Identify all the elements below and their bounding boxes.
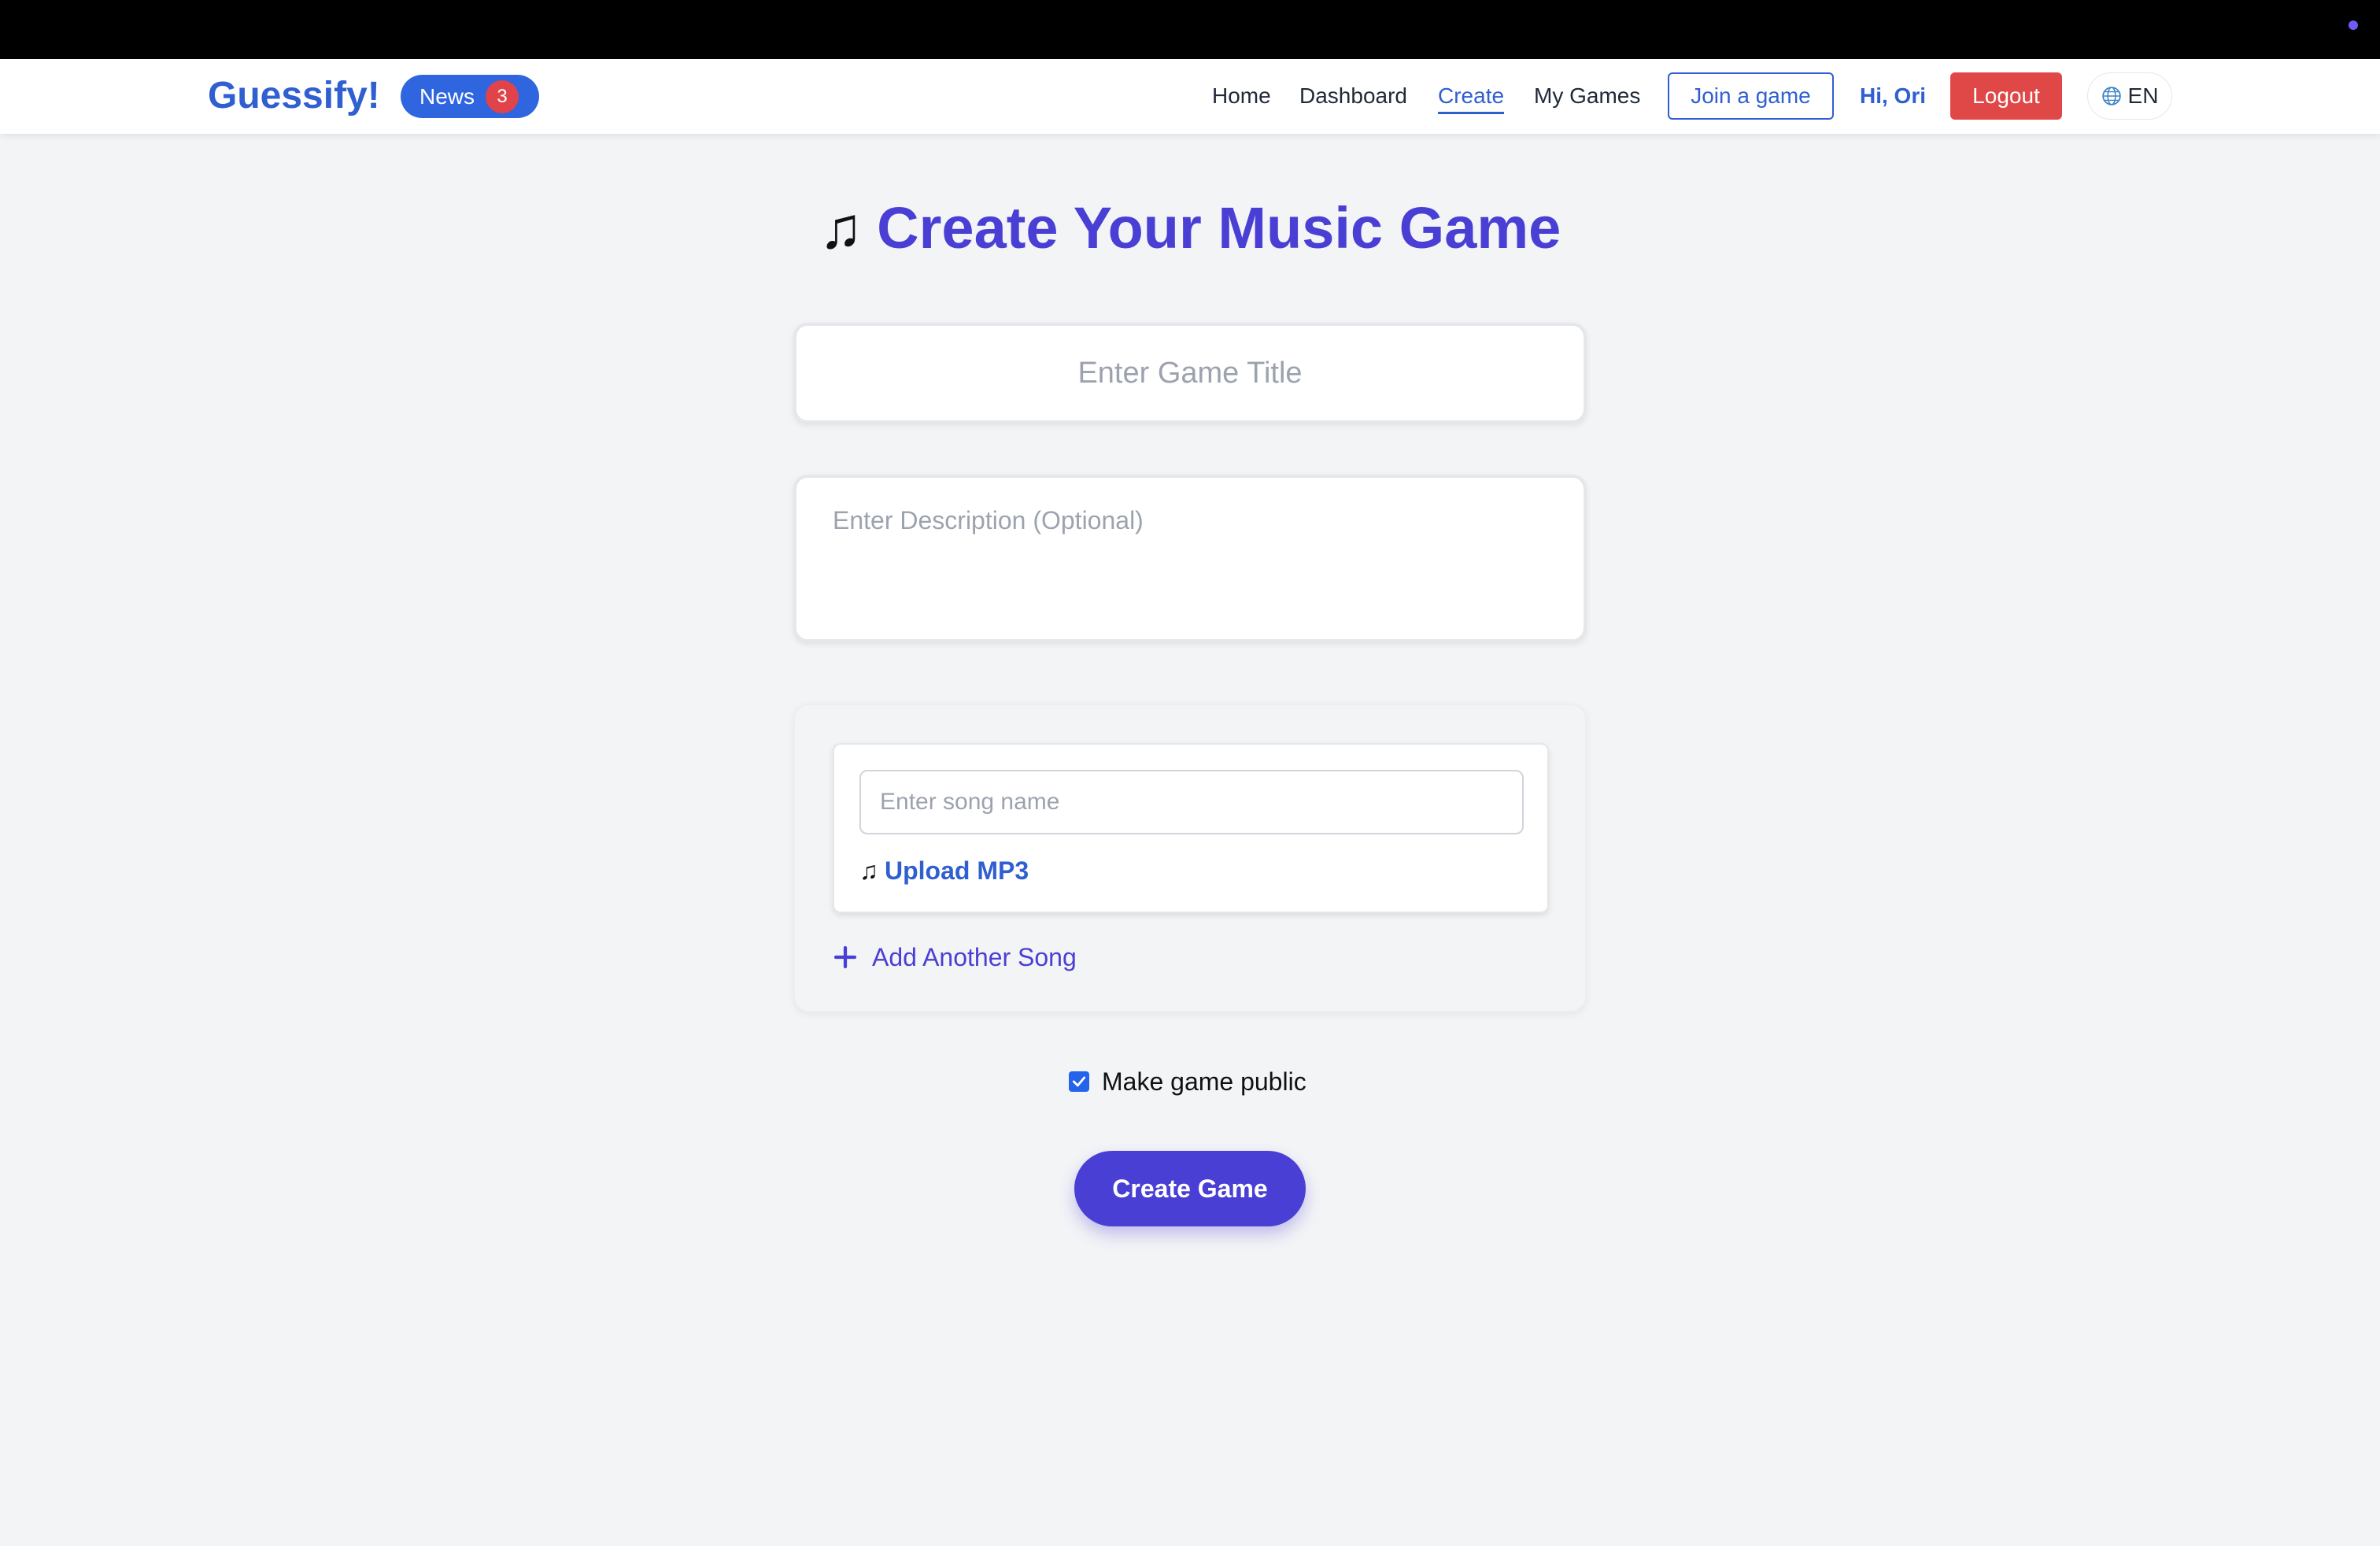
- nav-dashboard[interactable]: Dashboard: [1299, 80, 1407, 112]
- user-greeting[interactable]: Hi, Ori: [1860, 80, 1926, 112]
- news-button[interactable]: News 3: [401, 75, 539, 118]
- create-game-button[interactable]: Create Game: [1074, 1151, 1306, 1226]
- make-public-row: Make game public: [1069, 1066, 1306, 1097]
- navbar: Guessify! News 3 Home Dashboard Create M…: [0, 59, 2380, 134]
- add-another-song-button[interactable]: Add Another Song: [833, 940, 1077, 975]
- plus-icon: [833, 945, 857, 969]
- page-title: ♫ Create Your Music Game: [0, 193, 2380, 264]
- nav-create[interactable]: Create: [1438, 80, 1505, 114]
- news-count-badge: 3: [486, 80, 519, 113]
- song-card: ♫Upload MP3: [833, 743, 1549, 913]
- window-top-bar: [0, 0, 2380, 59]
- music-note-icon: ♫: [819, 195, 863, 261]
- make-public-label[interactable]: Make game public: [1102, 1066, 1306, 1097]
- add-another-song-label: Add Another Song: [872, 943, 1077, 971]
- status-dot: [2349, 20, 2358, 30]
- game-title-input[interactable]: [793, 323, 1587, 423]
- song-name-input[interactable]: [859, 770, 1524, 834]
- nav-home[interactable]: Home: [1212, 80, 1271, 112]
- checkmark-icon: [1072, 1076, 1086, 1087]
- upload-mp3-button[interactable]: ♫ Upload MP3: [859, 853, 1029, 888]
- music-note-icon: ♫: [859, 856, 878, 885]
- app-logo[interactable]: Guessify!: [208, 73, 380, 119]
- make-public-checkbox[interactable]: [1069, 1071, 1089, 1092]
- nav-my-games[interactable]: My Games: [1534, 80, 1640, 112]
- globe-icon: [2101, 87, 2121, 105]
- songs-panel: ♫Upload MP3 Add Another Song: [793, 704, 1587, 1012]
- description-input[interactable]: [793, 475, 1587, 642]
- join-game-button[interactable]: Join a game: [1668, 72, 1834, 120]
- upload-mp3-label: Upload MP3: [885, 856, 1029, 885]
- page-title-text: Create Your Music Game: [877, 195, 1561, 261]
- language-label: EN: [2127, 83, 2159, 108]
- language-selector[interactable]: EN: [2087, 72, 2172, 120]
- news-label: News: [419, 83, 475, 109]
- logout-button[interactable]: Logout: [1950, 72, 2062, 120]
